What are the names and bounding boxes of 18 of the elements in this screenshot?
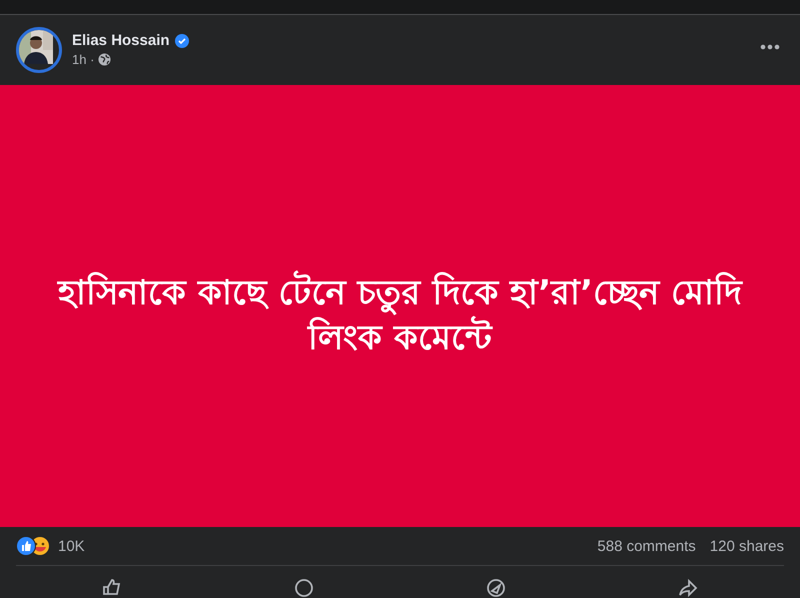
send-button[interactable] [486,578,506,598]
thumbs-up-icon [102,578,122,598]
reactions-icon[interactable] [16,536,52,556]
more-icon [760,44,780,50]
share-icon [678,578,698,598]
globe-icon [98,53,112,66]
comment-icon [294,578,314,598]
share-count[interactable]: 120 shares [710,538,784,554]
post-text: হাসিনাকে কাছে টেনে চতুর দিকে হা’রা’চ্ছেন মোদি [58,271,742,316]
comment-button[interactable] [294,578,314,598]
like-button[interactable] [102,578,122,598]
reaction-count[interactable]: 10K [58,538,85,554]
post-text: লিংক কমেন্টে [308,316,492,360]
post-time[interactable]: 1h · [72,52,94,68]
author-name[interactable]: Elias Hossain [72,32,170,50]
comment-count[interactable]: 588 comments [597,538,696,554]
share-button[interactable] [678,578,698,598]
send-icon [486,578,506,598]
